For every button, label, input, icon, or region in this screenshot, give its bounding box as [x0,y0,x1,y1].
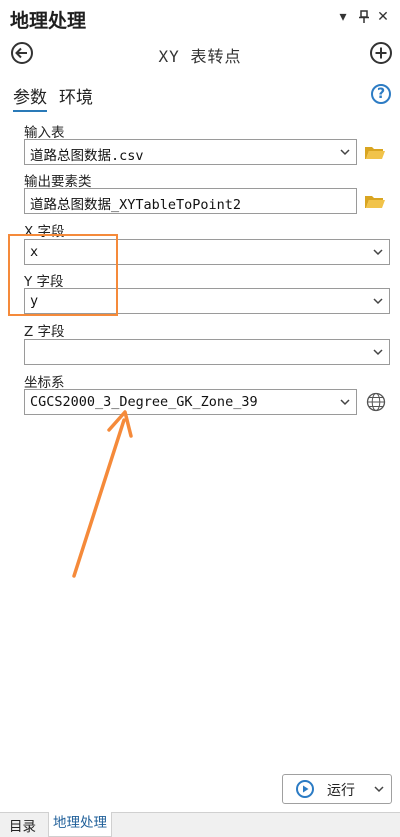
folder-open-icon[interactable] [364,193,386,209]
close-icon[interactable]: ✕ [374,8,392,26]
input-table-dropdown[interactable]: 道路总图数据.csv [24,139,357,165]
pane-title: 地理处理 [10,10,87,32]
tab-catalog[interactable]: 目录 [5,815,40,835]
chevron-down-icon [373,349,383,356]
help-icon[interactable]: ? [371,84,391,104]
pane-menu-chevron-icon[interactable]: ▾ [334,8,352,26]
chevron-down-icon[interactable] [373,784,385,794]
coordinate-system-value: CGCS2000_3_Degree_GK_Zone_39 [30,394,258,410]
input-table-label: 输入表 [24,125,65,141]
output-features-label: 输出要素类 [24,174,92,190]
pin-icon[interactable] [355,8,373,26]
z-field-label: Z 字段 [24,324,65,340]
tool-title: XY 表转点 [158,47,242,66]
coordinate-system-dropdown[interactable]: CGCS2000_3_Degree_GK_Zone_39 [24,389,357,415]
tab-geoprocessing[interactable]: 地理处理 [48,812,112,837]
annotation-highlight-box [8,234,118,316]
chevron-down-icon [340,149,350,156]
play-icon [296,780,314,798]
tab-environments[interactable]: 环境 [59,83,93,108]
chevron-down-icon [373,249,383,256]
output-features-input[interactable]: 道路总图数据_XYTableToPoint2 [24,188,357,214]
run-button-label: 运行 [327,783,355,799]
pane-titlebar: 地理处理 ▾ ✕ [0,0,400,36]
tab-parameters[interactable]: 参数 [13,83,47,112]
globe-icon[interactable] [366,392,386,412]
run-button[interactable]: 运行 [282,774,392,804]
add-icon[interactable] [370,42,392,64]
input-table-value: 道路总图数据.csv [30,148,144,164]
z-field-dropdown[interactable] [24,339,390,365]
geoprocessing-pane: 地理处理 ▾ ✕ XY 表转点 参数 环境 ? 输入表 道路总图数据.csv 输… [0,0,400,837]
coordinate-system-label: 坐标系 [24,375,65,391]
folder-open-icon[interactable] [364,144,386,160]
chevron-down-icon [340,399,350,406]
output-features-value: 道路总图数据_XYTableToPoint2 [30,197,242,213]
chevron-down-icon [373,298,383,305]
